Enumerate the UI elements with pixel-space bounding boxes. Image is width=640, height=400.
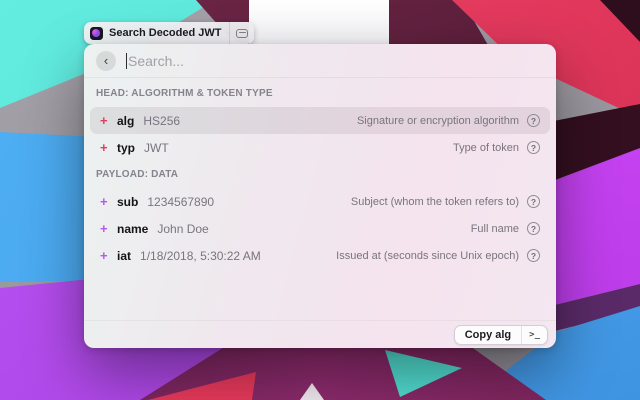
item-description: Subject (whom the token refers to) xyxy=(351,196,519,208)
item-key: alg xyxy=(117,114,134,128)
item-key: iat xyxy=(117,249,131,263)
plus-icon: + xyxy=(100,249,113,262)
window-title-chip[interactable]: Search Decoded JWT xyxy=(84,22,254,44)
item-value: 1234567890 xyxy=(147,195,214,209)
section-header-payload: PAYLOAD: DATA xyxy=(84,161,556,188)
list-item-iat[interactable]: + iat 1/18/2018, 5:30:22 AM Issued at (s… xyxy=(90,242,550,269)
command-panel: ‹ HEAD: ALGORITHM & TOKEN TYPE + alg HS2… xyxy=(84,44,556,348)
help-icon: ? xyxy=(527,141,540,154)
background-window xyxy=(249,0,389,50)
item-key: typ xyxy=(117,141,135,155)
item-value: HS256 xyxy=(143,114,180,128)
terminal-shortcut-icon: >_ xyxy=(522,330,547,340)
search-input[interactable] xyxy=(128,53,544,69)
item-description: Signature or encryption algorithm xyxy=(357,115,519,127)
section-header-head: HEAD: ALGORITHM & TOKEN TYPE xyxy=(84,80,556,107)
desktop: Search Decoded JWT ‹ HEAD: ALGORITHM & T… xyxy=(0,0,640,400)
chip-title: Search Decoded JWT xyxy=(109,27,221,39)
copy-alg-button[interactable]: Copy alg >_ xyxy=(454,325,548,345)
item-value: 1/18/2018, 5:30:22 AM xyxy=(140,249,261,263)
chevron-left-icon: ‹ xyxy=(104,54,108,67)
plus-icon: + xyxy=(100,141,113,154)
item-key: sub xyxy=(117,195,138,209)
item-key: name xyxy=(117,222,148,236)
search-bar: ‹ xyxy=(84,44,556,78)
window-icon xyxy=(236,29,248,38)
item-value: JWT xyxy=(144,141,169,155)
list-item-typ[interactable]: + typ JWT Type of token ? xyxy=(90,134,550,161)
help-icon: ? xyxy=(527,195,540,208)
item-description: Type of token xyxy=(453,142,519,154)
help-icon: ? xyxy=(527,249,540,262)
plus-icon: + xyxy=(100,195,113,208)
action-bar: Copy alg >_ xyxy=(84,320,556,348)
item-value: John Doe xyxy=(157,222,208,236)
text-caret xyxy=(126,53,127,69)
results-list: HEAD: ALGORITHM & TOKEN TYPE + alg HS256… xyxy=(84,78,556,269)
back-button[interactable]: ‹ xyxy=(96,51,116,71)
list-item-alg[interactable]: + alg HS256 Signature or encryption algo… xyxy=(90,107,550,134)
jwt-extension-icon xyxy=(90,27,103,40)
item-description: Full name xyxy=(471,223,519,235)
item-description: Issued at (seconds since Unix epoch) xyxy=(336,250,519,262)
plus-icon: + xyxy=(100,222,113,235)
list-item-name[interactable]: + name John Doe Full name ? xyxy=(90,215,550,242)
list-item-sub[interactable]: + sub 1234567890 Subject (whom the token… xyxy=(90,188,550,215)
help-icon: ? xyxy=(527,114,540,127)
window-mode-button[interactable] xyxy=(229,22,254,44)
help-icon: ? xyxy=(527,222,540,235)
copy-alg-label: Copy alg xyxy=(455,329,521,341)
plus-icon: + xyxy=(100,114,113,127)
